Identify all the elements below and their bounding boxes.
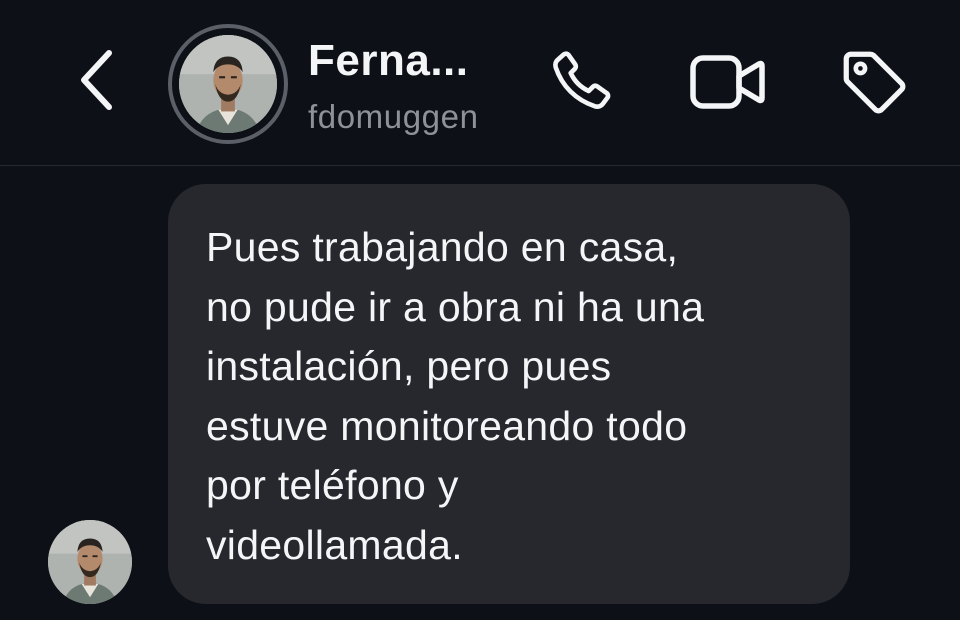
- tag-button[interactable]: [836, 46, 912, 122]
- message-line: estuve monitoreando todo: [206, 402, 688, 449]
- sender-avatar[interactable]: [48, 520, 132, 604]
- avatar: [179, 35, 277, 133]
- chat-screen: Ferna... fdomuggen Pues trabajando en ca…: [0, 0, 960, 620]
- video-camera-icon: [689, 50, 767, 119]
- message-line: instalación, pero pues: [206, 343, 612, 389]
- video-call-button[interactable]: [690, 46, 766, 122]
- contact-username: fdomuggen: [308, 98, 479, 135]
- message-line: Pues trabajando en casa,: [206, 224, 679, 270]
- contact-name[interactable]: Ferna...: [308, 36, 469, 86]
- chat-header: Ferna... fdomuggen: [0, 0, 960, 166]
- tag-icon: [837, 45, 911, 124]
- phone-icon: [544, 46, 616, 123]
- voice-call-button[interactable]: [542, 46, 618, 122]
- message-text: Pues trabajando en casa, no pude ir a ob…: [206, 218, 810, 575]
- message-line: videollamada.: [206, 521, 463, 568]
- chevron-left-icon: [76, 47, 116, 118]
- message-line: por teléfono y: [206, 462, 459, 508]
- message-bubble[interactable]: Pues trabajando en casa, no pude ir a ob…: [168, 184, 850, 604]
- contact-avatar-button[interactable]: [168, 24, 288, 144]
- message-line: no pude ir a obra ni ha una: [206, 283, 705, 330]
- back-button[interactable]: [66, 46, 126, 118]
